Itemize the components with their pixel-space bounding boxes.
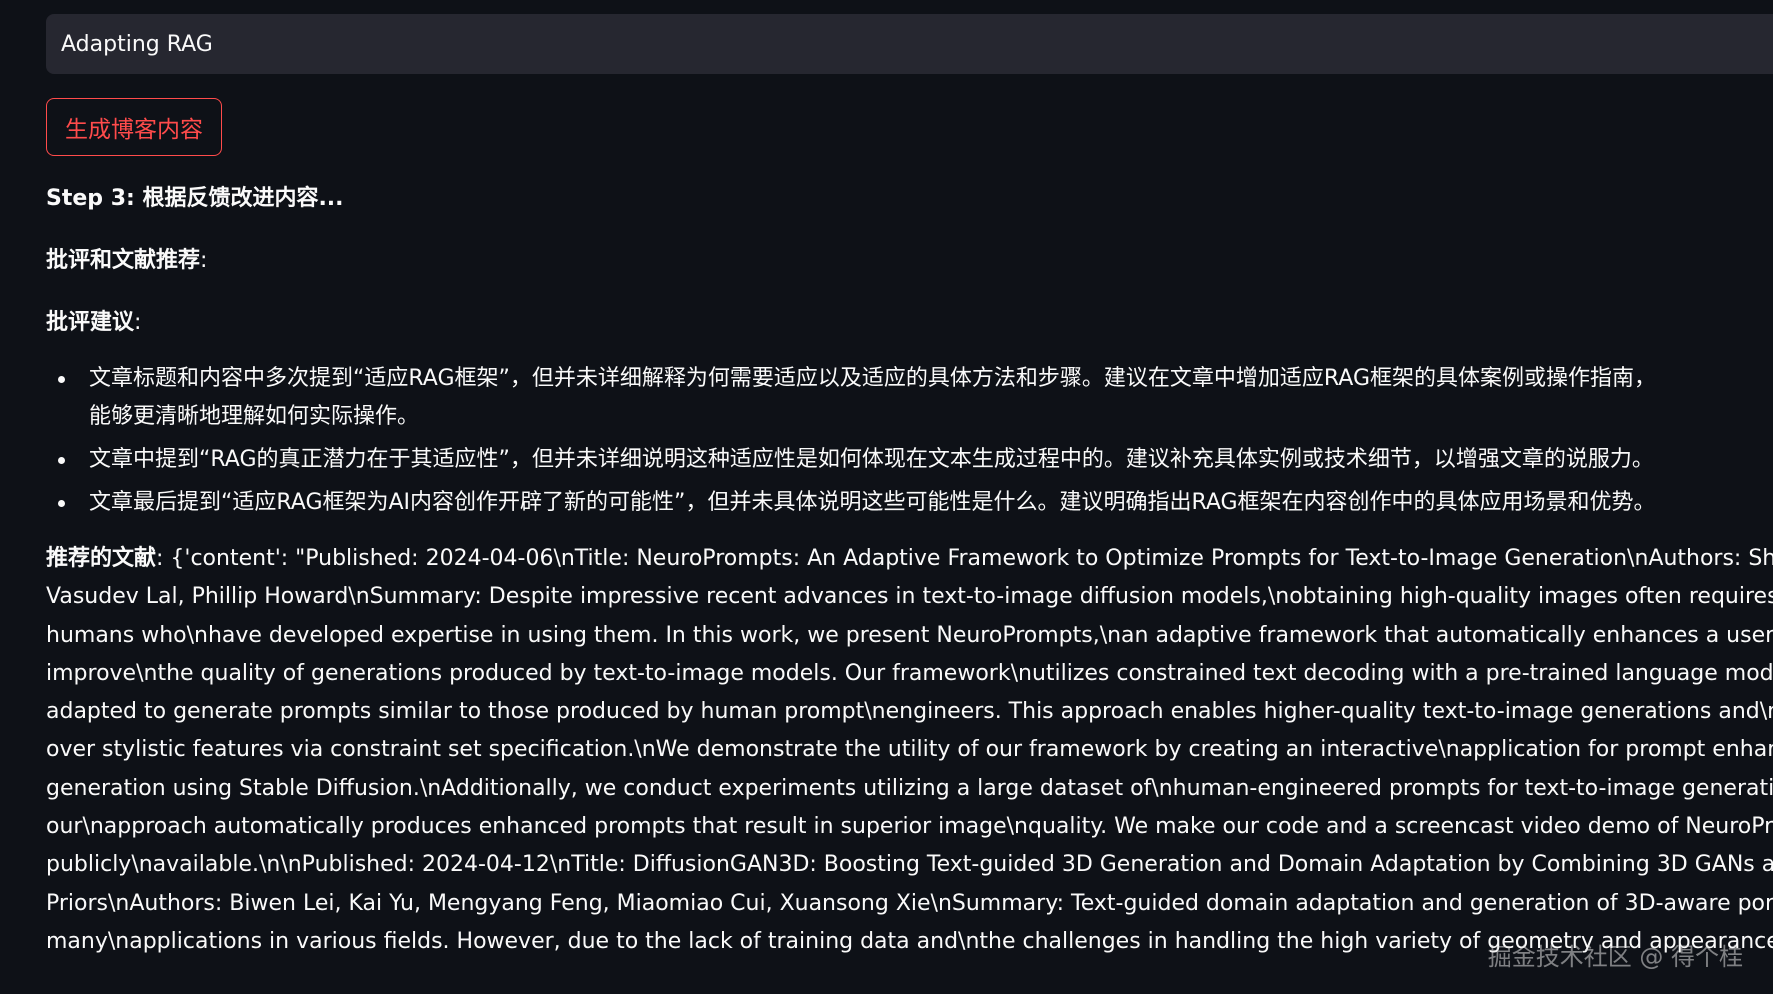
topic-input[interactable]: Adapting RAG — [46, 14, 1773, 74]
list-item: 文章最后提到“适应RAG框架为AI内容创作开辟了新的可能性”，但并未具体说明这些… — [58, 484, 1773, 522]
critique-refs-heading: 批评和文献推荐: — [46, 244, 1773, 278]
colon: : — [200, 248, 208, 273]
watermark: 掘金技术社区 @ 得个桂 — [1487, 943, 1743, 971]
topic-input-value: Adapting RAG — [61, 31, 213, 57]
references-line: over stylistic features via constraint s… — [46, 737, 1773, 763]
references-line: adapted to generate prompts similar to t… — [46, 699, 1773, 725]
references-line: humans who\nhave developed expertise in … — [46, 622, 1773, 648]
app-page: Adapting RAG 生成博客内容 Step 3: 根据反馈改进内容... … — [0, 0, 1773, 994]
critique-list: 文章标题和内容中多次提到“适应RAG框架”，但并未详细解释为何需要适应以及适应的… — [46, 360, 1773, 522]
critique-text-continued: 能够更清晰地理解如何实际操作。 — [89, 404, 420, 429]
top-bar — [0, 0, 1773, 14]
references-text: : {'content': "Published: 2024-04-06\nTi… — [156, 546, 1773, 571]
references-line: generation using Stable Diffusion.\nAddi… — [46, 775, 1773, 801]
references-label: 推荐的文献 — [46, 546, 157, 571]
references-line: improve\nthe quality of generations prod… — [46, 660, 1773, 686]
list-item: 文章中提到“RAG的真正潜力在于其适应性”，但并未详细说明这种适应性是如何体现在… — [58, 441, 1773, 479]
main-content: Adapting RAG 生成博客内容 Step 3: 根据反馈改进内容... … — [46, 14, 1773, 961]
critique-label: 批评建议 — [46, 310, 135, 335]
colon: : — [134, 310, 142, 335]
list-item: 文章标题和内容中多次提到“适应RAG框架”，但并未详细解释为何需要适应以及适应的… — [58, 360, 1773, 436]
references-line: Priors\nAuthors: Biwen Lei, Kai Yu, Meng… — [46, 890, 1773, 916]
critique-text: 文章中提到“RAG的真正潜力在于其适应性”，但并未详细说明这种适应性是如何体现在… — [89, 447, 1654, 472]
references-block: 推荐的文献: {'content': "Published: 2024-04-0… — [46, 540, 1773, 961]
references-line: publicly\navailable.\n\nPublished: 2024-… — [46, 852, 1773, 878]
critique-text: 文章标题和内容中多次提到“适应RAG框架”，但并未详细解释为何需要适应以及适应的… — [89, 366, 1657, 391]
step-status: Step 3: 根据反馈改进内容... — [46, 186, 344, 211]
references-line: our\napproach automatically produces enh… — [46, 814, 1773, 840]
generate-blog-button[interactable]: 生成博客内容 — [46, 98, 222, 156]
critique-text: 文章最后提到“适应RAG框架为AI内容创作开辟了新的可能性”，但并未具体说明这些… — [89, 490, 1656, 515]
critique-heading: 批评建议: — [46, 306, 1773, 340]
critique-refs-label: 批评和文献推荐 — [46, 248, 201, 273]
references-line: Vasudev Lal, Phillip Howard\nSummary: De… — [46, 584, 1773, 610]
references-first-line: 推荐的文献: {'content': "Published: 2024-04-0… — [46, 540, 1773, 578]
